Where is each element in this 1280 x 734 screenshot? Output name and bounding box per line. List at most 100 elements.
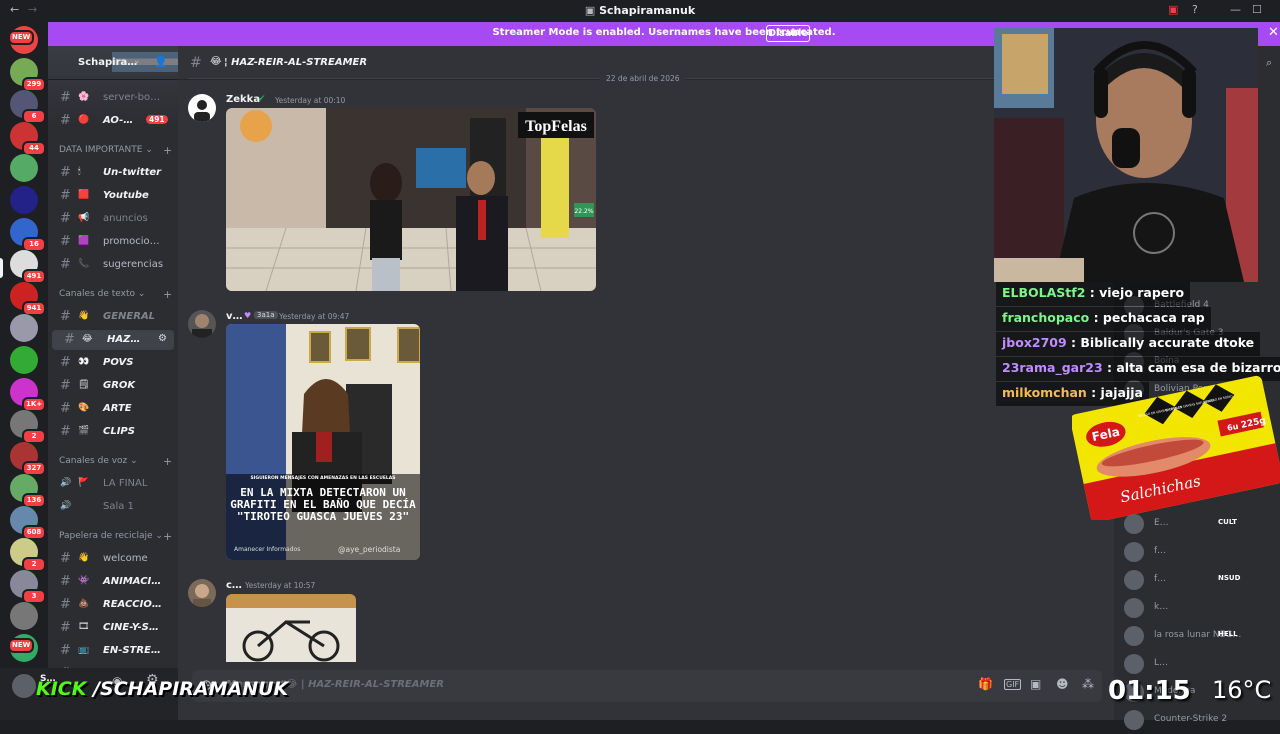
channel-name: ANIMACI… [103,576,162,587]
server-icon[interactable] [10,346,38,374]
channel-settings-icon[interactable]: ⚙ [158,333,167,344]
channel-item[interactable]: # 📢 anuncios [48,209,178,229]
channel-item[interactable]: # 👀 POVS [48,353,178,373]
disable-streamer-mode-button[interactable]: Disable [766,25,810,42]
add-channel-icon[interactable]: + [163,455,172,468]
server-icon[interactable] [10,314,38,342]
message-image[interactable]: SIGUIERON MENSAJES CON AMENAZAS EN LAS E… [226,324,420,560]
channel-item[interactable]: # 🎞 CINE-Y-S… [48,618,178,638]
channel-emoji: 🟥 [78,190,90,200]
member-item[interactable]: la rosa lunar NEG… HELL [1114,622,1280,650]
separator: : [1066,335,1081,350]
add-channel-icon[interactable]: + [163,530,172,543]
member-avatar [1124,710,1144,730]
channel-item[interactable]: # 🎬 CLIPS [48,422,178,442]
member-item[interactable]: f… [1114,538,1280,566]
channel-item[interactable]: # 📺 EN-STRE… [48,641,178,661]
hash-icon: # [60,188,71,203]
server-icon[interactable] [10,602,38,630]
channel-emoji: 💩 [78,599,90,609]
add-channel-icon[interactable]: + [163,288,172,301]
channel-emoji: 👋 [78,311,90,321]
channel-item[interactable]: 🔊 Sala 1 [48,497,178,517]
hash-icon: # [60,165,71,180]
stream-chat-message: alta cam esa de bizarro [1116,360,1280,375]
user-avatar[interactable] [12,674,36,698]
server-sidebar: NEW 299 6 44 16 491 941 1K+ 2 327 136 608 2 3 NEW [0,22,48,720]
message-author[interactable]: Zekka [226,94,260,105]
chevron-down-icon[interactable]: ⌄ [133,56,141,66]
channel-item[interactable]: # 🎨 ARTE [48,399,178,419]
member-item[interactable]: k… [1114,594,1280,622]
hash-icon: # [60,620,71,635]
member-item[interactable]: L… [1114,650,1280,678]
invite-people-icon[interactable]: 👤 [154,55,168,68]
speaker-icon: 🔊 [60,478,72,488]
channel-item[interactable]: # 🕯 Un-twitter [48,163,178,183]
separator: : [1089,310,1103,325]
channel-category[interactable]: Canales de texto ⌄ + [59,288,172,301]
sticker-icon[interactable]: ▣ [1030,677,1041,691]
message-image[interactable] [226,594,356,662]
channel-item[interactable]: # 🔴 AO-… 491 [48,111,178,131]
channel-item[interactable]: # 🟥 Youtube [48,186,178,206]
date-divider: 22 de abril de 2026 [600,74,686,83]
verified-badge-icon: ✔ [258,94,266,104]
apps-icon[interactable]: ⁂ [1082,677,1094,691]
emoji-picker-icon[interactable]: ☻ [1056,677,1069,691]
channel-item[interactable]: # 🗒 GROK [48,376,178,396]
hash-icon: # [60,234,71,249]
hash-icon: # [60,309,71,324]
message-composer[interactable]: ⊕ Message #😂 | HAZ-REIR-AL-STREAMER 🎁 GI… [192,670,1102,702]
topfelas-logo-text: TopFelas [525,118,587,135]
message-author[interactable]: c… [226,580,242,591]
server-header[interactable]: Schapira… ⌄ 👤 [48,46,178,80]
channel-item[interactable]: 🔊 🚩 LA FINAL [48,474,178,494]
window-title: ▣ Schapiramanuk [584,4,696,17]
channel-item[interactable]: # 💩 REACCIO… [48,595,178,615]
search-icon[interactable]: ⌕ [1266,56,1272,70]
close-banner-icon[interactable]: ✕ [1268,25,1279,40]
gif-icon[interactable]: GIF [1004,679,1022,690]
maximize-icon[interactable]: ☐ [1252,3,1262,16]
member-name: f… [1154,574,1167,584]
member-item[interactable]: Counter-Strike 2 [1114,706,1280,734]
channel-category[interactable]: Canales de voz ⌄ + [59,455,172,468]
channel-category[interactable]: Papelera de reciclaje ⌄ + [59,530,172,543]
stream-chat-line: jbox2709 : Biblically accurate dtoke [996,332,1261,356]
add-channel-icon[interactable]: + [163,144,172,157]
channel-emoji: 🎬 [78,426,90,436]
channel-item[interactable]: # 🟪 promocio… [48,232,178,252]
server-icon[interactable] [10,154,38,182]
gift-icon[interactable]: 🎁 [978,677,993,691]
channel-item[interactable]: # 📞 sugerencias [48,255,178,275]
avatar[interactable] [188,310,216,338]
message-image[interactable]: TopFelas 22.2% [226,108,596,291]
minimize-icon[interactable]: — [1230,3,1241,16]
avatar[interactable] [188,579,216,607]
message-author[interactable]: v… [226,311,243,322]
channel-category[interactable]: DATA IMPORTANTE ⌄ + [59,144,172,157]
avatar[interactable] [188,94,216,122]
hash-icon: # [60,551,71,566]
member-item[interactable]: f… NSUD [1114,566,1280,594]
hash-icon: # [60,90,71,105]
stream-chat-user: franchopaco [1002,310,1090,325]
channel-emoji: 🎨 [78,403,90,413]
channel-item[interactable]: # 😂 HAZ… ⚙ [52,330,174,350]
channel-list: Schapira… ⌄ 👤 # 🌸 server-bo… # 🔴 AO-… 491 DATA … [48,46,178,720]
server-icon[interactable] [10,186,38,214]
channel-item[interactable]: # 🌸 server-bo… [48,88,178,108]
hash-icon: # [64,332,75,347]
channel-name: GENERAL [103,311,156,322]
channel-name: anuncios [103,213,148,224]
heart-icon: ♥ [244,311,252,320]
inbox-icon[interactable]: ▣ [1168,3,1178,16]
channel-item[interactable]: # 👋 GENERAL [48,307,178,327]
chevron-down-icon: ⌄ [135,289,146,299]
channel-item[interactable]: # 👾 ANIMACI… [48,572,178,592]
member-avatar [1124,542,1144,562]
channel-item[interactable]: # 👋 welcome [48,549,178,569]
help-icon[interactable]: ? [1192,3,1198,16]
chevron-down-icon: ⌄ [127,456,138,466]
